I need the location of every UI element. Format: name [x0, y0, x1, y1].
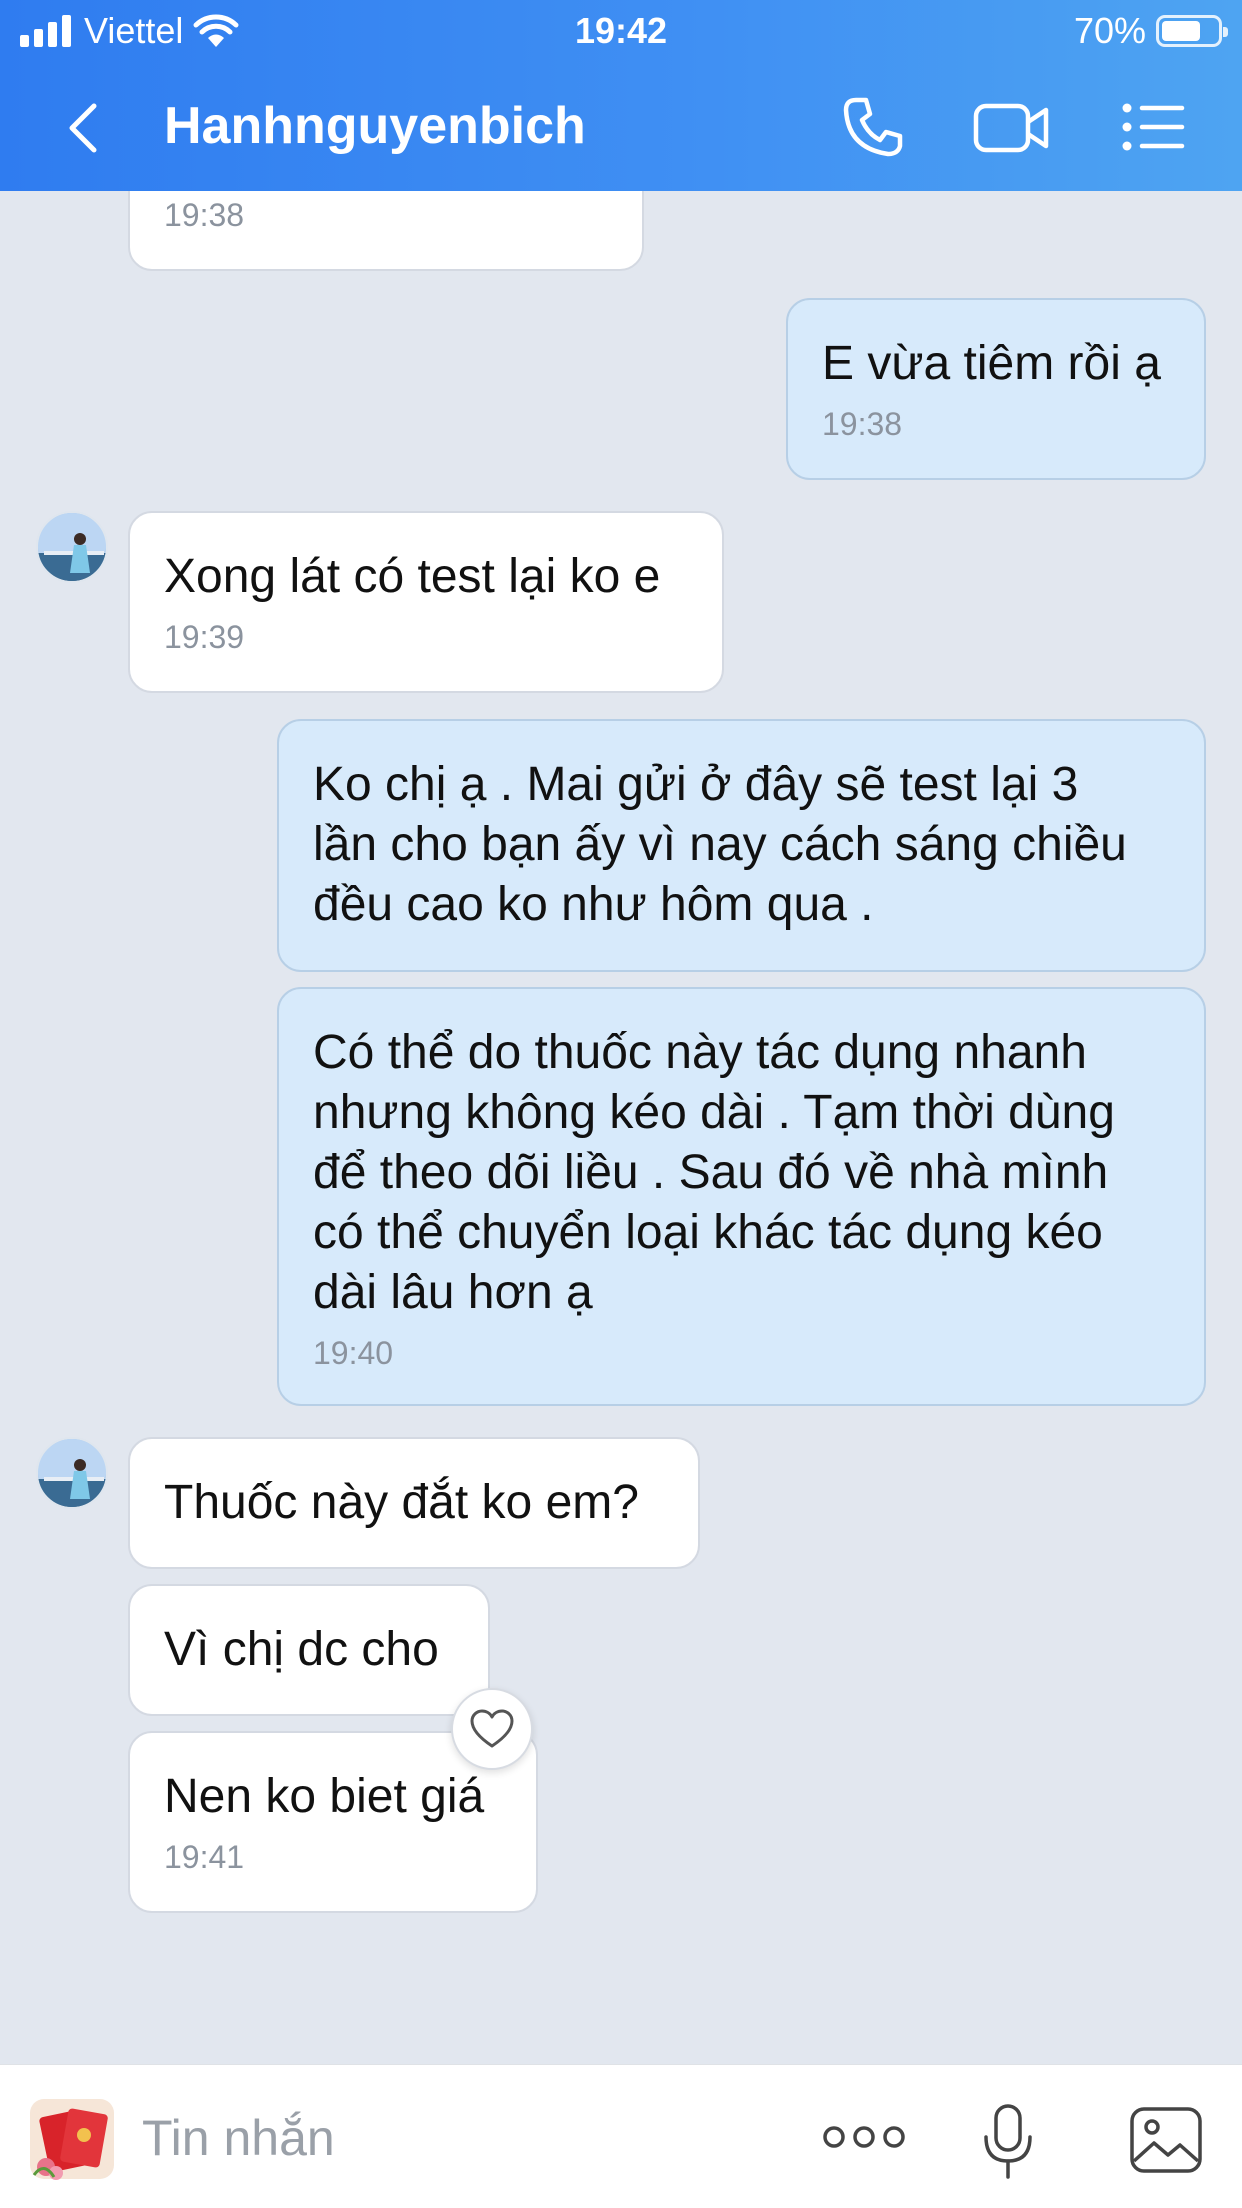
sticker-button[interactable] — [24, 2091, 120, 2187]
avatar-image-icon — [38, 513, 106, 581]
options-menu-button[interactable] — [1118, 92, 1188, 162]
message-text: Nen ko biet giá — [164, 1770, 485, 1823]
message-input[interactable] — [142, 2101, 762, 2175]
battery-percent: 70% — [1073, 10, 1146, 51]
image-gallery-icon — [1130, 2107, 1202, 2173]
status-time: 19:42 — [574, 10, 668, 51]
chat-header: Viettel 19:42 70% Hanhnguyenbich — [0, 0, 1242, 191]
message-text: Có thể do thuốc này tác dụng nhanh nhưng… — [313, 1026, 1115, 1319]
avatar[interactable] — [36, 511, 108, 583]
more-options-button[interactable] — [822, 2115, 906, 2159]
back-icon — [69, 103, 97, 153]
message-input-bar — [0, 2064, 1242, 2208]
image-gallery-button[interactable] — [1128, 2105, 1204, 2175]
battery-icon — [1156, 15, 1228, 47]
list-menu-icon — [1122, 103, 1185, 151]
message-list[interactable]: 19:38 E vừa tiêm rồi ạ 19:38 Xong lát có… — [0, 191, 1242, 2064]
react-heart-button[interactable] — [451, 1688, 533, 1770]
message-time: 19:40 — [313, 1335, 394, 1371]
video-call-button[interactable] — [972, 92, 1052, 162]
message-bubble-incoming[interactable]: Thuốc này đắt ko em? — [128, 1437, 700, 1569]
phone-icon — [843, 97, 903, 157]
message-text: Thuốc này đắt ko em? — [164, 1476, 639, 1529]
avatar[interactable] — [36, 1437, 108, 1509]
video-icon — [973, 103, 1049, 153]
message-time: 19:38 — [164, 197, 245, 233]
contact-name[interactable]: Hanhnguyenbich — [164, 96, 586, 156]
message-time: 19:39 — [164, 619, 245, 655]
message-bubble-outgoing[interactable]: E vừa tiêm rồi ạ 19:38 — [786, 298, 1206, 480]
sticker-icon — [30, 2099, 114, 2180]
message-text: Vì chị dc cho — [164, 1623, 439, 1676]
message-bubble-outgoing[interactable]: Ko chị ạ . Mai gửi ở đây sẽ test lại 3 l… — [277, 719, 1206, 972]
nav-bar: Hanhnguyenbich — [0, 62, 1242, 191]
message-bubble-incoming[interactable]: Xong lát có test lại ko e 19:39 — [128, 511, 724, 693]
back-button[interactable] — [56, 98, 116, 158]
status-right: 70% — [1073, 10, 1228, 52]
message-time: 19:38 — [822, 406, 903, 442]
voice-call-button[interactable] — [838, 92, 908, 162]
heart-icon — [470, 1709, 514, 1748]
more-dots-icon — [823, 2126, 905, 2148]
avatar-image-icon — [38, 1439, 106, 1507]
message-text: E vừa tiêm rồi ạ — [822, 337, 1161, 390]
status-bar: Viettel 19:42 70% — [0, 0, 1242, 62]
battery-fill — [1162, 21, 1200, 41]
message-bubble-outgoing[interactable]: Có thể do thuốc này tác dụng nhanh nhưng… — [277, 987, 1206, 1406]
message-bubble-incoming[interactable]: Vì chị dc cho — [128, 1584, 490, 1716]
message-time: 19:41 — [164, 1839, 245, 1875]
message-text: Ko chị ạ . Mai gửi ở đây sẽ test lại 3 l… — [313, 758, 1127, 931]
message-bubble-incoming[interactable]: 19:38 — [128, 191, 644, 271]
message-text: Xong lát có test lại ko e — [164, 550, 661, 603]
voice-record-button[interactable] — [978, 2103, 1038, 2181]
microphone-icon — [984, 2104, 1032, 2179]
